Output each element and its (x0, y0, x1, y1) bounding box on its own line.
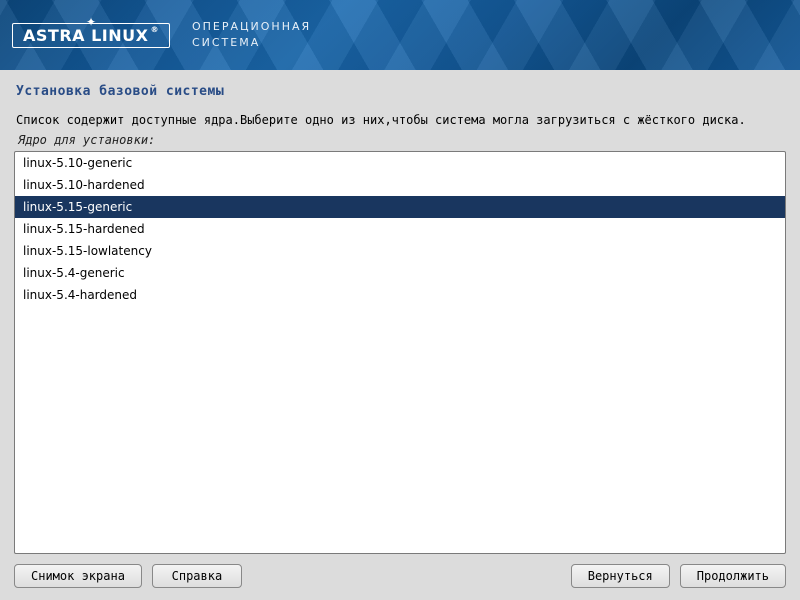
kernel-option[interactable]: linux-5.15-hardened (15, 218, 785, 240)
logo-text: ASTRA LINUX (23, 28, 148, 44)
help-button[interactable]: Справка (152, 564, 242, 588)
back-button[interactable]: Вернуться (571, 564, 670, 588)
footer-bar: Снимок экрана Справка Вернуться Продолжи… (0, 554, 800, 600)
star-icon: ✦ (86, 16, 96, 28)
registered-mark: ® (150, 26, 159, 34)
continue-button[interactable]: Продолжить (680, 564, 786, 588)
kernel-listbox[interactable]: linux-5.10-genericlinux-5.10-hardenedlin… (14, 151, 786, 554)
kernel-option[interactable]: linux-5.15-generic (15, 196, 785, 218)
kernel-option[interactable]: linux-5.4-hardened (15, 284, 785, 306)
main-panel: Установка базовой системы Список содержи… (0, 70, 800, 554)
tagline: ОПЕРАЦИОННАЯ СИСТЕМА (192, 19, 311, 52)
kernel-option[interactable]: linux-5.15-lowlatency (15, 240, 785, 262)
tagline-line2: СИСТЕМА (192, 35, 311, 52)
kernel-option[interactable]: linux-5.4-generic (15, 262, 785, 284)
kernel-option[interactable]: linux-5.10-generic (15, 152, 785, 174)
page-description: Список содержит доступные ядра.Выберите … (16, 113, 784, 127)
tagline-line1: ОПЕРАЦИОННАЯ (192, 19, 311, 36)
logo: ✦ ASTRA LINUX ® (12, 23, 170, 48)
screenshot-button[interactable]: Снимок экрана (14, 564, 142, 588)
kernel-option[interactable]: linux-5.10-hardened (15, 174, 785, 196)
header-banner: ✦ ASTRA LINUX ® ОПЕРАЦИОННАЯ СИСТЕМА (0, 0, 800, 70)
field-label: Ядро для установки: (18, 133, 784, 147)
page-title: Установка базовой системы (16, 84, 784, 99)
